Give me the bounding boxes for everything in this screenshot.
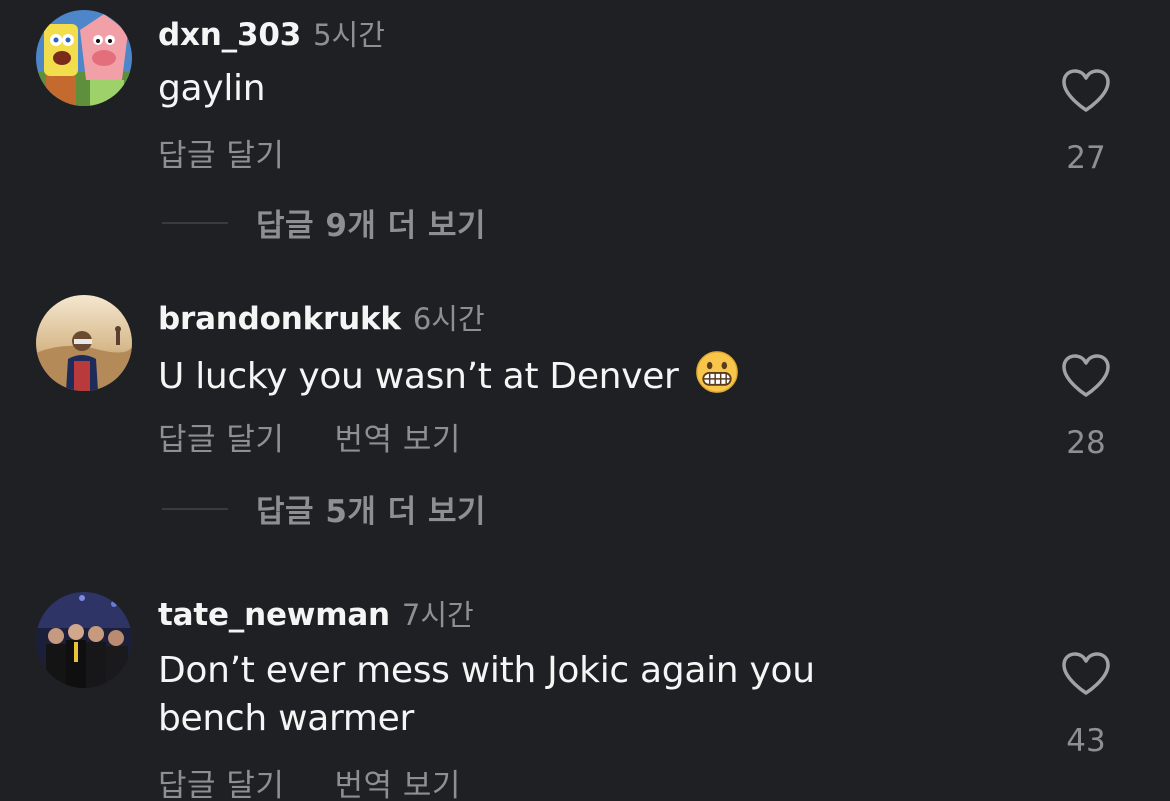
comment-text-line: Don’t ever mess with Jokic again you xyxy=(158,650,815,691)
comment-item: tate_newman 7시간 Don’t ever mess with Jok… xyxy=(0,0,1170,801)
like-count: 43 xyxy=(1066,723,1106,759)
comment-text: Don’t ever mess with Jokic again you ben… xyxy=(158,647,815,743)
timestamp: 7시간 xyxy=(401,598,474,632)
reply-button[interactable]: 답글 달기 xyxy=(158,760,284,801)
comment-header: tate_newman 7시간 xyxy=(158,592,474,633)
comments-screen: dxn_303 5시간 gaylin 답글 달기 답글 9개 더 보기 27 b… xyxy=(0,0,1170,801)
heart-icon[interactable] xyxy=(1061,651,1111,697)
translate-button[interactable]: 번역 보기 xyxy=(334,760,460,801)
username[interactable]: tate_newman xyxy=(158,597,390,633)
like-section: 43 xyxy=(1050,651,1122,759)
avatar[interactable] xyxy=(36,592,132,688)
comment-text-line: bench warmer xyxy=(158,698,414,739)
group-photo-avatar-icon xyxy=(36,592,132,688)
comment-actions: 답글 달기 번역 보기 xyxy=(158,760,461,801)
